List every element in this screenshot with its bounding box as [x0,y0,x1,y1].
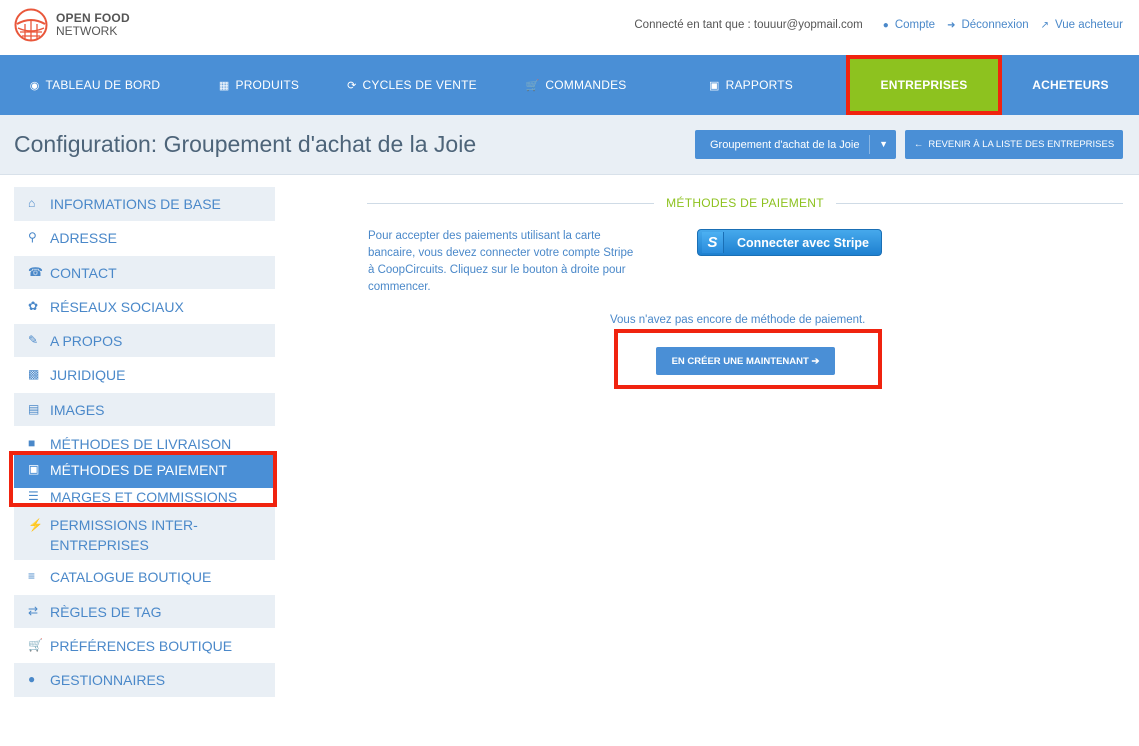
file-icon: ▣ [709,79,720,92]
nav-cycles-label: CYCLES DE VENTE [362,78,477,92]
sidebar-item-tag-rules[interactable]: ⇄ RÈGLES DE TAG [14,595,275,629]
sidebar-item-label: ADRESSE [50,230,117,246]
sidebar-item-label: PRÉFÉRENCES BOUTIQUE [50,638,233,654]
logo[interactable]: OPEN FOOD NETWORK [14,8,130,42]
sidebar-item-address[interactable]: ⚲ ADRESSE [14,222,275,256]
stripe-info-text: Pour accepter des paiements utilisant la… [368,230,634,293]
sidebar-item-social[interactable]: ✿ RÉSEAUX SOCIAUX [14,290,275,324]
briefcase-icon: ▩ [28,367,40,381]
section-header: MÉTHODES DE PAIEMENT [367,195,1123,211]
pencil-icon: ✎ [28,333,39,347]
nav-dashboard-label: TABLEAU DE BORD [45,78,161,92]
back-to-list-button[interactable]: ← REVENIR À LA LISTE DES ENTREPRISES [905,130,1123,159]
sidebar-item-label: GESTIONNAIRES [50,672,166,688]
sidebar-item-shipping[interactable]: ■ MÉTHODES DE LIVRAISON [14,427,275,453]
truck-icon: ■ [28,436,36,450]
sidebar-item-permissions[interactable]: ⚡ PERMISSIONS INTER-ENTREPRISES [14,507,275,561]
shop-view-link[interactable]: ↗ Vue acheteur [1041,19,1123,31]
picture-icon: ▤ [28,402,40,416]
divider [869,135,870,154]
sidebar-item-images[interactable]: ▤ IMAGES [14,393,275,427]
nav-reports[interactable]: ▣ RAPPORTS [656,55,846,115]
cart-icon: 🛒 [28,638,43,652]
sidebar-item-label: PERMISSIONS INTER-ENTREPRISES [50,517,198,553]
nav-enterprises-label: ENTREPRISES [880,78,968,92]
sidebar-item-label: CATALOGUE BOUTIQUE [50,569,212,585]
nav-enterprises[interactable]: ENTREPRISES [846,55,1002,115]
sidebar-item-basic-info[interactable]: ⌂ INFORMATIONS DE BASE [14,187,275,222]
sidebar-item-label: RÈGLES DE TAG [50,604,162,620]
twitter-icon: ✿ [28,299,39,313]
no-payment-message: Vous n'avez pas encore de méthode de pai… [610,314,866,326]
user-icon: ● [28,672,36,686]
plug-icon: ⚡ [28,518,43,532]
account-label: Compte [894,19,936,31]
logo-line2: NETWORK [56,24,118,38]
nav-customers-label: ACHETEURS [1032,78,1109,92]
nav-products-label: PRODUITS [235,78,300,92]
logged-in-user: Connecté en tant que : touuur@yopmail.co… [634,19,863,31]
sidebar-item-label: RÉSEAUX SOCIAUX [50,299,184,315]
nav-dashboard[interactable]: ◉ TABLEAU DE BORD [0,55,190,115]
logo-icon [14,8,48,42]
nav-orders[interactable]: 🛒 COMMANDES [496,55,656,115]
nav-cycles[interactable]: ⟳ CYCLES DE VENTE [328,55,496,115]
refresh-icon: ⟳ [347,79,357,92]
account-link[interactable]: ● Compte [883,19,935,31]
sign-out-icon: ➜ [947,19,956,31]
user-bar: Connecté en tant que : touuur@yopmail.co… [634,19,1123,31]
sidebar-item-managers[interactable]: ● GESTIONNAIRES [14,663,275,698]
sidebar-item-label: JURIDIQUE [50,367,126,383]
arrow-left-icon: ← [913,139,924,150]
nav-products[interactable]: ▦ PRODUITS [190,55,328,115]
sidebar-item-legal[interactable]: ▩ JURIDIQUE [14,358,275,393]
random-icon: ⇄ [28,604,39,618]
sidebar-item-label: IMAGES [50,402,105,418]
sidebar: ⌂ INFORMATIONS DE BASE ⚲ ADRESSE ☎ CONTACT … [14,187,275,698]
map-marker-icon: ⚲ [28,230,37,244]
highlight-box [9,451,277,507]
enterprise-select-button[interactable]: Groupement d'achat de la Joie ▼ [695,130,896,159]
main-nav: ◉ TABLEAU DE BORD ▦ PRODUITS ⟳ CYCLES DE VE… [0,55,1139,115]
nav-customers[interactable]: ACHETEURS [1002,55,1139,115]
sidebar-item-label: INFORMATIONS DE BASE [50,196,221,212]
external-link-icon: ↗ [1040,19,1050,31]
page-title: Configuration: Groupement d'achat de la … [14,131,477,157]
dashboard-icon: ◉ [29,79,40,92]
connect-stripe-label: Connecter avec Stripe [737,235,869,250]
back-to-list-label: REVENIR À LA LISTE DES ENTREPRISES [928,139,1115,150]
user-icon: ● [882,19,889,31]
cart-icon: 🛒 [525,79,540,92]
logout-link[interactable]: ➜ Déconnexion [947,19,1029,31]
list-ol-icon: ≡ [28,569,36,583]
sidebar-item-shop-prefs[interactable]: 🛒 PRÉFÉRENCES BOUTIQUE [14,629,275,663]
sidebar-item-about[interactable]: ✎ A PROPOS [14,324,275,358]
logout-label: Déconnexion [961,19,1029,31]
caret-down-icon: ▼ [879,139,888,149]
sidebar-item-label: CONTACT [50,265,117,281]
sidebar-item-label: MÉTHODES DE LIVRAISON [50,436,232,452]
phone-icon: ☎ [28,265,43,279]
nav-orders-label: COMMANDES [545,78,627,92]
nav-reports-label: RAPPORTS [725,78,793,92]
sidebar-item-catalog[interactable]: ≡ CATALOGUE BOUTIQUE [14,561,275,595]
stripe-icon: S [702,232,724,253]
connect-stripe-button[interactable]: S Connecter avec Stripe [697,229,882,256]
shop-view-label: Vue acheteur [1055,19,1123,31]
top-header: OPEN FOOD NETWORK Connecté en tant que :… [0,0,1139,55]
grid-icon: ▦ [218,79,230,92]
create-payment-method-button[interactable]: EN CRÉER UNE MAINTENANT ➔ [656,347,835,375]
sidebar-item-contact[interactable]: ☎ CONTACT [14,256,275,290]
section-title: MÉTHODES DE PAIEMENT [654,196,836,210]
home-icon: ⌂ [28,196,36,210]
enterprise-select-label: Groupement d'achat de la Joie [710,138,860,151]
sidebar-item-label: A PROPOS [50,333,123,349]
